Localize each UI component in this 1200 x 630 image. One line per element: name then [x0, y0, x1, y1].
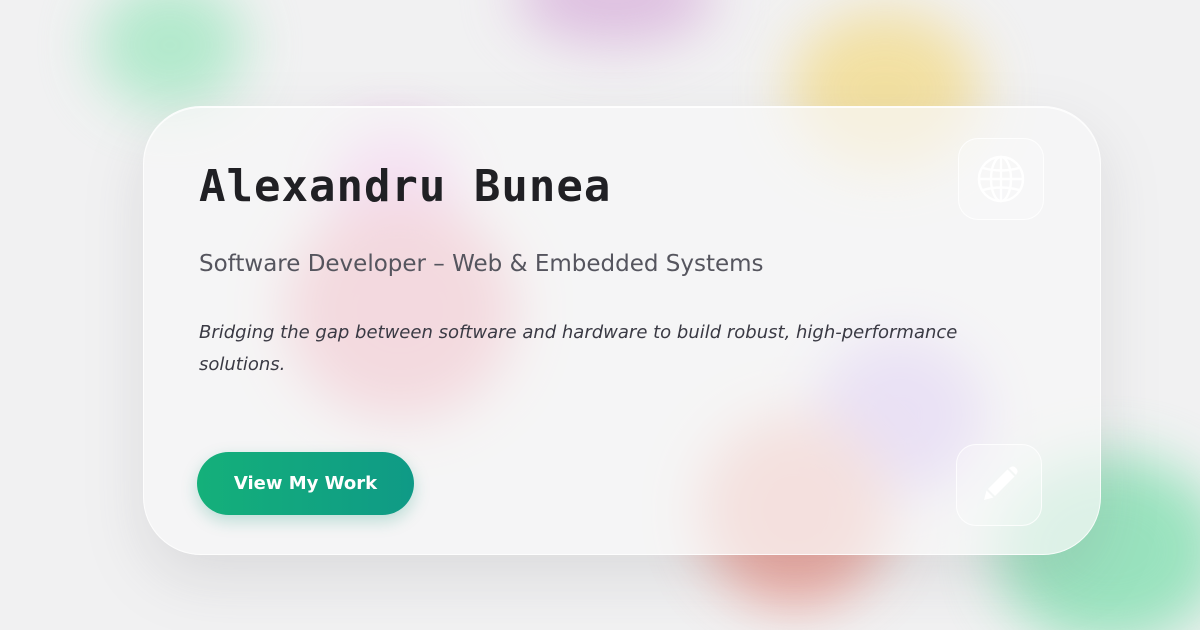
view-my-work-button[interactable]: View My Work [197, 452, 414, 515]
edit-button[interactable] [956, 444, 1042, 526]
background-blob [515, 0, 715, 45]
profile-name: Alexandru Bunea [199, 161, 612, 212]
globe-icon [975, 153, 1027, 205]
pencil-icon [979, 465, 1019, 505]
website-button[interactable] [958, 138, 1044, 220]
profile-role: Software Developer – Web & Embedded Syst… [199, 251, 764, 277]
background-blob [95, 0, 245, 110]
profile-tagline: Bridging the gap between software and ha… [199, 322, 958, 375]
profile-card: Alexandru Bunea Software Developer – Web… [143, 106, 1101, 555]
